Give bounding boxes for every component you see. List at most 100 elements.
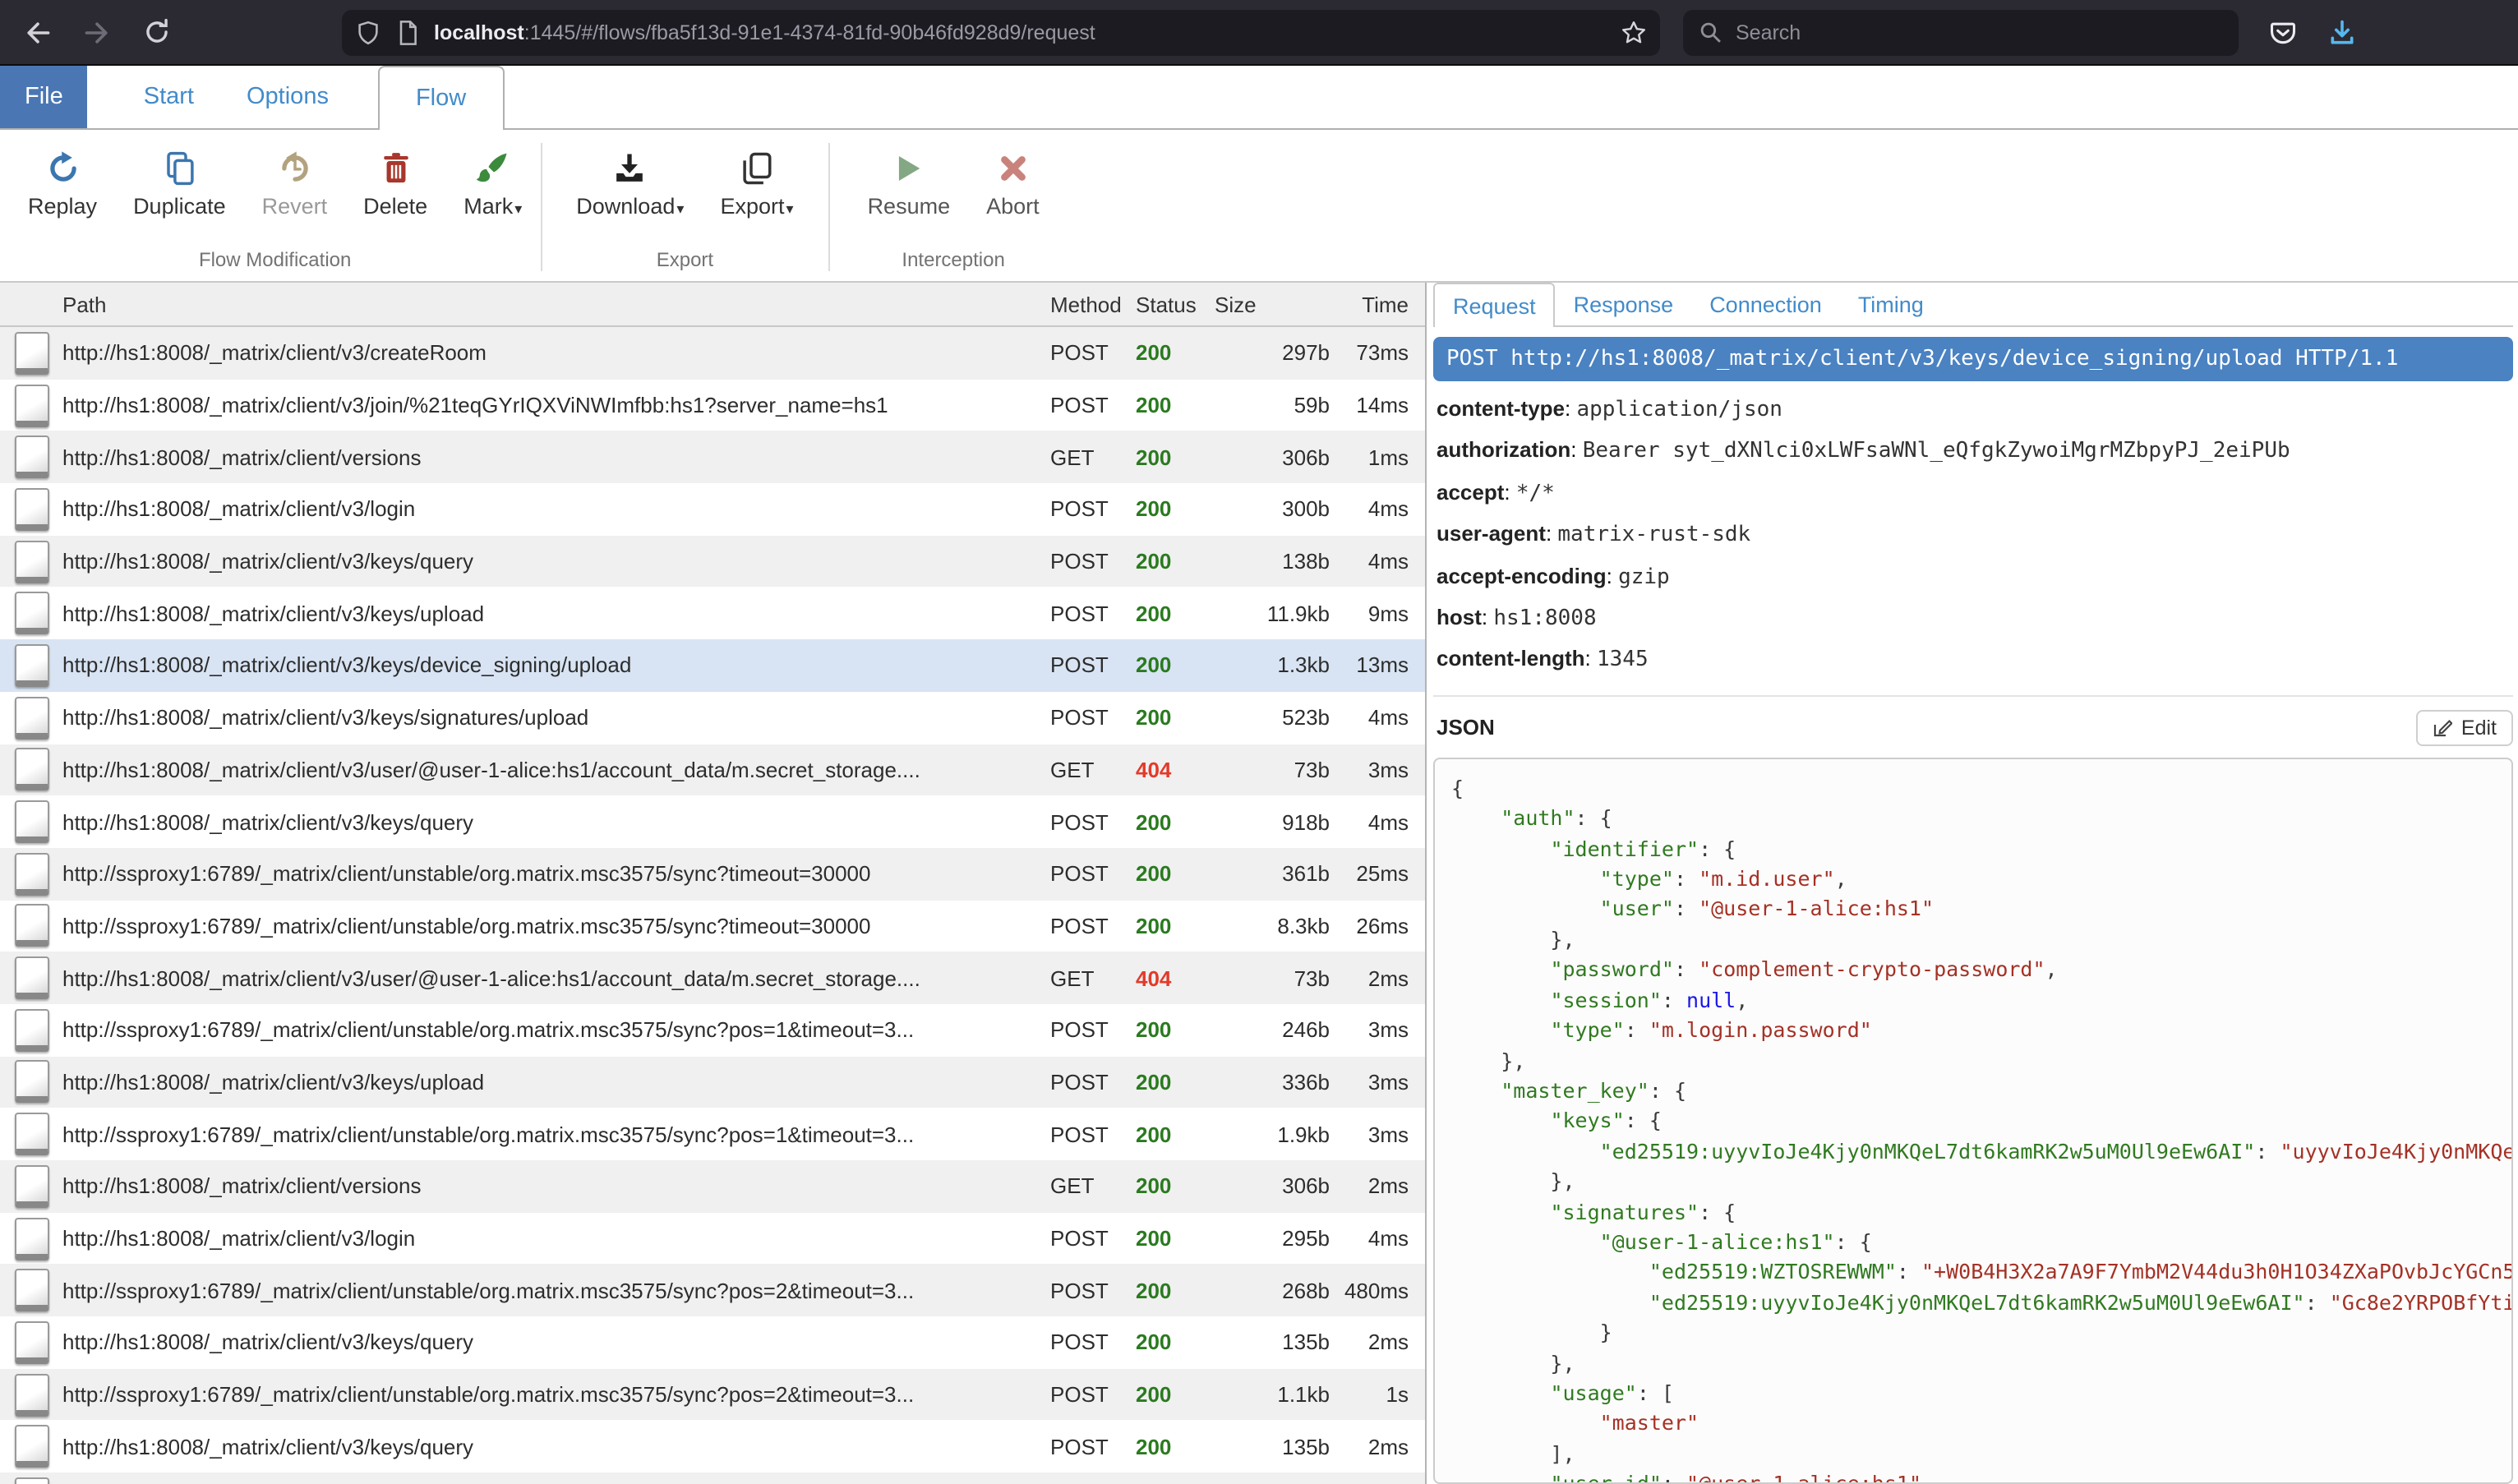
- tab-connection[interactable]: Connection: [1691, 283, 1840, 325]
- document-icon: [15, 1373, 49, 1416]
- flow-detail-panel: Request Response Connection Timing POST …: [1433, 283, 2518, 1484]
- edit-icon: [2433, 718, 2453, 738]
- json-line: "master": [1451, 1409, 2495, 1440]
- column-header-path[interactable]: Path: [62, 292, 1050, 316]
- duplicate-icon: [162, 146, 196, 189]
- json-line: "identifier": {: [1451, 834, 2495, 864]
- column-header-size[interactable]: Size: [1211, 292, 1330, 316]
- json-body-viewer[interactable]: { "auth": { "identifier": { "type": "m.i…: [1433, 758, 2513, 1484]
- document-icon: [15, 1269, 49, 1311]
- flow-row[interactable]: http://hs1:8008/_matrix/client/versionsG…: [0, 1160, 1425, 1212]
- column-header-status[interactable]: Status: [1136, 292, 1211, 316]
- header-line[interactable]: content-length: 1345: [1437, 640, 2513, 682]
- header-line[interactable]: user-agent: matrix-rust-sdk: [1437, 514, 2513, 556]
- flow-row[interactable]: http://hs1:8008/_matrix/client/v3/create…: [0, 327, 1425, 379]
- download-button[interactable]: Download▾: [558, 143, 702, 222]
- flow-row[interactable]: http://ssproxy1:6789/_matrix/client/unst…: [0, 848, 1425, 900]
- request-first-line[interactable]: POST http://hs1:8008/_matrix/client/v3/k…: [1433, 337, 2513, 381]
- bookmark-star-icon[interactable]: [1621, 19, 1647, 45]
- body-format-label: JSON: [1437, 716, 1495, 740]
- flow-row[interactable]: http://hs1:8008/_matrix/client/v3/keys/d…: [0, 639, 1425, 691]
- reload-button[interactable]: [131, 7, 181, 57]
- flow-toolbar: Replay Duplicate Revert Delete Mark▾: [0, 130, 2518, 283]
- flow-row[interactable]: http://hs1:8008/_matrix/client/v3/join/%…: [0, 379, 1425, 431]
- document-icon: [15, 1426, 49, 1468]
- document-icon: [15, 1477, 49, 1484]
- flow-row[interactable]: http://hs1:8008/_matrix/client/v3/user/@…: [0, 744, 1425, 795]
- flow-row[interactable]: http://ssproxy1:6789/_matrix/client/unst…: [0, 1004, 1425, 1056]
- document-icon: [15, 384, 49, 426]
- json-line: "usage": [: [1451, 1379, 2495, 1409]
- flow-row[interactable]: http://hs1:8008/_matrix/client/v3/keys/s…: [0, 692, 1425, 744]
- flow-row[interactable]: http://hs1:8008/_matrix/client/v3/loginP…: [0, 1212, 1425, 1264]
- flow-row[interactable]: http://hs1:8008/_matrix/client/v3/keys/u…: [0, 1056, 1425, 1108]
- flow-row[interactable]: http://hs1:8008/_matrix/client/v3/keys/u…: [0, 588, 1425, 639]
- forward-button[interactable]: [72, 7, 122, 57]
- export-button[interactable]: Export▾: [702, 143, 811, 222]
- mark-button[interactable]: Mark▾: [445, 143, 540, 222]
- column-header-time[interactable]: Time: [1330, 292, 1425, 316]
- json-line: "password": "complement-crypto-password"…: [1451, 956, 2495, 986]
- back-button[interactable]: [13, 7, 62, 57]
- flow-row[interactable]: http://hs1:8008/_matrix/client/v3/keys/q…: [0, 1316, 1425, 1368]
- header-line[interactable]: content-type: application/json: [1437, 389, 2513, 431]
- menu-item-start[interactable]: Start: [118, 66, 220, 128]
- flow-row[interactable]: http://ssproxy1:6789/_matrix/client/unst…: [0, 1369, 1425, 1421]
- replay-button[interactable]: Replay: [10, 143, 115, 222]
- json-line: "type": "m.id.user",: [1451, 864, 2495, 895]
- flow-row[interactable]: http://hs1:8008/_matrix/client/versionsG…: [0, 431, 1425, 483]
- json-line: "ed25519:uyyvIoJe4Kjy0nMKQeL7dt6kamRK2w5…: [1451, 1288, 2495, 1319]
- json-line: "session": null,: [1451, 985, 2495, 1016]
- json-line: "signatures": {: [1451, 1197, 2495, 1228]
- flow-row[interactable]: [0, 1472, 1425, 1484]
- search-bar[interactable]: [1683, 9, 2239, 55]
- menu-item-file[interactable]: File: [0, 66, 88, 128]
- caret-down-icon: ▾: [676, 200, 684, 217]
- flow-row[interactable]: http://hs1:8008/_matrix/client/v3/keys/q…: [0, 1421, 1425, 1472]
- flow-row[interactable]: http://hs1:8008/_matrix/client/v3/loginP…: [0, 483, 1425, 535]
- header-line[interactable]: accept: */*: [1437, 473, 2513, 515]
- duplicate-button[interactable]: Duplicate: [115, 143, 244, 222]
- column-header-method[interactable]: Method: [1050, 292, 1136, 316]
- menu-item-flow[interactable]: Flow: [378, 66, 504, 130]
- search-input[interactable]: [1736, 21, 2222, 44]
- json-line: "user": "@user-1-alice:hs1": [1451, 895, 2495, 925]
- resume-button[interactable]: Resume: [850, 143, 969, 222]
- revert-button[interactable]: Revert: [244, 143, 346, 222]
- flow-row[interactable]: http://hs1:8008/_matrix/client/v3/keys/q…: [0, 795, 1425, 847]
- json-line: },: [1451, 1046, 2495, 1076]
- json-line: "auth": {: [1451, 804, 2495, 835]
- header-line[interactable]: accept-encoding: gzip: [1437, 556, 2513, 598]
- abort-button[interactable]: Abort: [968, 143, 1058, 222]
- menu-item-options[interactable]: Options: [220, 66, 355, 128]
- flow-row[interactable]: http://hs1:8008/_matrix/client/v3/keys/q…: [0, 536, 1425, 588]
- flow-list-header[interactable]: Path Method Status Size Time: [0, 283, 1425, 327]
- header-line[interactable]: host: hs1:8008: [1437, 598, 2513, 640]
- trash-icon: [380, 146, 410, 189]
- toolbar-group-label: Interception: [850, 242, 1058, 281]
- page-icon[interactable]: [396, 19, 419, 45]
- flow-row[interactable]: http://ssproxy1:6789/_matrix/client/unst…: [0, 900, 1425, 952]
- flow-rows: http://hs1:8008/_matrix/client/v3/create…: [0, 327, 1425, 1484]
- document-icon: [15, 488, 49, 531]
- json-line: "type": "m.login.password": [1451, 1016, 2495, 1046]
- flow-row[interactable]: http://ssproxy1:6789/_matrix/client/unst…: [0, 1265, 1425, 1316]
- tab-timing[interactable]: Timing: [1840, 283, 1942, 325]
- flow-row[interactable]: http://hs1:8008/_matrix/client/v3/user/@…: [0, 952, 1425, 1004]
- request-headers: content-type: application/jsonauthorizat…: [1433, 381, 2513, 697]
- tab-request[interactable]: Request: [1433, 283, 1556, 327]
- url-bar[interactable]: localhost:1445/#/flows/fba5f13d-91e1-437…: [342, 9, 1660, 55]
- flow-row[interactable]: http://ssproxy1:6789/_matrix/client/unst…: [0, 1108, 1425, 1160]
- header-line[interactable]: authorization: Bearer syt_dXNlci0xLWFsaW…: [1437, 431, 2513, 473]
- forward-icon: [82, 17, 112, 47]
- document-icon: [15, 436, 49, 478]
- delete-button[interactable]: Delete: [345, 143, 445, 222]
- pocket-icon[interactable]: [2268, 17, 2298, 47]
- document-icon: [15, 956, 49, 999]
- shield-icon[interactable]: [355, 19, 381, 45]
- brush-icon: [476, 146, 510, 189]
- url-host: localhost: [434, 21, 524, 44]
- edit-button[interactable]: Edit: [2417, 710, 2513, 746]
- downloads-icon[interactable]: [2327, 17, 2357, 47]
- tab-response[interactable]: Response: [1556, 283, 1692, 325]
